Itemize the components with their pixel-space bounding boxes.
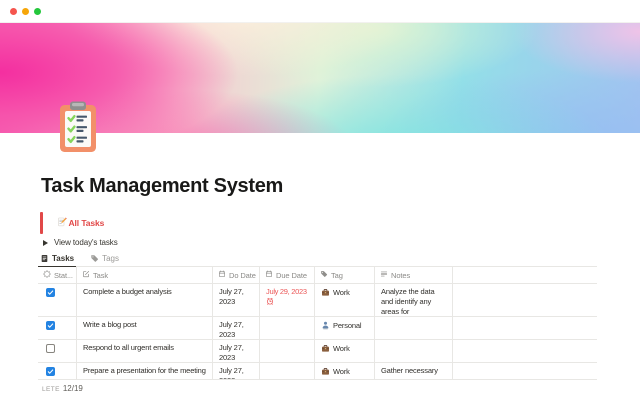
due-date-cell[interactable] bbox=[260, 340, 315, 362]
table-row: Prepare a presentation for the meeting Ju… bbox=[38, 363, 597, 380]
column-header-do-date[interactable]: Do Date bbox=[213, 267, 260, 283]
tag-cell[interactable]: Work bbox=[315, 340, 375, 362]
column-label: Stat... bbox=[54, 270, 73, 280]
tag-label: Work bbox=[333, 366, 350, 376]
column-label: Due Date bbox=[276, 270, 307, 280]
table-row: Write a blog post July 27, 2023 Personal bbox=[38, 317, 597, 340]
do-date-cell[interactable]: July 27, 2023 bbox=[213, 284, 260, 316]
status-spinner-icon bbox=[43, 270, 51, 280]
due-date-cell[interactable] bbox=[260, 317, 315, 339]
callout-text: All Tasks bbox=[68, 217, 105, 228]
view-tab-bar: Tasks Tags bbox=[38, 251, 597, 267]
calendar-icon bbox=[218, 270, 226, 280]
task-title: Complete a budget analysis bbox=[83, 287, 172, 296]
due-date-cell[interactable] bbox=[260, 363, 315, 379]
clipboard-checklist-icon[interactable] bbox=[57, 100, 99, 154]
column-header-status[interactable]: Stat... bbox=[38, 267, 77, 283]
notes-cell[interactable]: Analyze the data and identify any areas … bbox=[375, 284, 453, 316]
person-icon bbox=[321, 321, 330, 333]
toggle-label: View today's tasks bbox=[54, 238, 118, 247]
view-todays-tasks-toggle[interactable]: View today's tasks bbox=[43, 236, 118, 249]
task-cell[interactable]: Respond to all urgent emails bbox=[77, 340, 213, 362]
zoom-button[interactable] bbox=[33, 7, 41, 15]
tab-tasks-label: Tasks bbox=[52, 254, 75, 263]
empty-cell[interactable] bbox=[453, 363, 597, 379]
table-body: Complete a budget analysis July 27, 2023 J… bbox=[38, 284, 597, 380]
status-cell[interactable] bbox=[38, 340, 77, 362]
task-title: Respond to all urgent emails bbox=[83, 343, 174, 352]
column-label: Tag bbox=[331, 270, 343, 280]
tag-label: Work bbox=[333, 343, 350, 353]
task-checkbox[interactable] bbox=[46, 344, 55, 353]
minimize-button[interactable] bbox=[21, 7, 29, 15]
tag-label: Personal bbox=[333, 320, 362, 330]
notion-window: Task Management System All Tasks View to… bbox=[0, 0, 640, 400]
briefcase-icon bbox=[321, 344, 330, 356]
column-label: Do Date bbox=[229, 270, 256, 280]
status-cell[interactable] bbox=[38, 363, 77, 379]
table-row: Respond to all urgent emails July 27, 202… bbox=[38, 340, 597, 363]
empty-cell[interactable] bbox=[453, 317, 597, 339]
alarm-clock-icon bbox=[266, 297, 308, 308]
briefcase-icon bbox=[321, 367, 330, 379]
footer-calc-value: 12/19 bbox=[62, 384, 83, 393]
page-title: Task Management System bbox=[41, 175, 284, 197]
footer-calc-label: LETE bbox=[42, 386, 60, 393]
window-titlebar bbox=[0, 0, 640, 23]
tag-label: Work bbox=[333, 287, 350, 297]
status-cell[interactable] bbox=[38, 284, 77, 316]
tag-cell[interactable]: Personal bbox=[315, 317, 375, 339]
edit-pencil-icon bbox=[82, 270, 90, 280]
do-date-cell[interactable]: July 27, 2023 bbox=[213, 317, 260, 339]
tag-icon bbox=[90, 254, 99, 263]
task-title: Write a blog post bbox=[83, 320, 137, 329]
notes-cell[interactable]: Gather necessary bbox=[375, 363, 453, 379]
tab-tags[interactable]: Tags bbox=[88, 251, 121, 266]
task-title: Prepare a presentation for the meeting bbox=[83, 366, 206, 375]
calendar-icon bbox=[265, 270, 273, 280]
tab-tasks[interactable]: Tasks bbox=[38, 251, 77, 267]
toggle-arrow-icon bbox=[43, 239, 48, 246]
tab-tags-label: Tags bbox=[102, 254, 119, 263]
notes-cell[interactable] bbox=[375, 340, 453, 362]
column-header-due-date[interactable]: Due Date bbox=[260, 267, 315, 283]
task-cell[interactable]: Prepare a presentation for the meeting bbox=[77, 363, 213, 379]
text-lines-icon bbox=[380, 270, 388, 280]
memo-icon bbox=[57, 217, 67, 229]
tag-icon bbox=[320, 270, 328, 280]
table-row: Complete a budget analysis July 27, 2023 J… bbox=[38, 284, 597, 317]
all-tasks-callout: All Tasks bbox=[40, 211, 104, 234]
do-date-cell[interactable]: July 27, 2023 bbox=[213, 340, 260, 362]
column-header-empty[interactable] bbox=[453, 267, 597, 283]
quote-bar bbox=[40, 211, 43, 234]
column-header-notes[interactable]: Notes bbox=[375, 267, 453, 283]
column-label: Task bbox=[93, 270, 109, 280]
close-button[interactable] bbox=[9, 7, 17, 15]
table-header: Stat... Task Do Date Due Date Tag Notes bbox=[38, 267, 597, 284]
document-table-icon bbox=[40, 254, 49, 263]
empty-cell[interactable] bbox=[453, 284, 597, 316]
column-header-task[interactable]: Task bbox=[77, 267, 213, 283]
notes-cell[interactable] bbox=[375, 317, 453, 339]
tag-cell[interactable]: Work bbox=[315, 284, 375, 316]
do-date-cell[interactable]: July 27, 2023 bbox=[213, 363, 260, 379]
task-cell[interactable]: Write a blog post bbox=[77, 317, 213, 339]
status-cell[interactable] bbox=[38, 317, 77, 339]
task-cell[interactable]: Complete a budget analysis bbox=[77, 284, 213, 316]
table-footer-calculation[interactable]: LETE 12/19 bbox=[42, 384, 83, 393]
empty-cell[interactable] bbox=[453, 340, 597, 362]
task-checkbox[interactable] bbox=[46, 321, 55, 330]
briefcase-icon bbox=[321, 288, 330, 300]
column-label: Notes bbox=[391, 270, 411, 280]
task-checkbox[interactable] bbox=[46, 367, 55, 376]
due-date-cell[interactable]: July 29, 2023 bbox=[260, 284, 315, 316]
tag-cell[interactable]: Work bbox=[315, 363, 375, 379]
column-header-tag[interactable]: Tag bbox=[315, 267, 375, 283]
task-checkbox[interactable] bbox=[46, 288, 55, 297]
due-date-text: July 29, 2023 bbox=[266, 287, 307, 296]
